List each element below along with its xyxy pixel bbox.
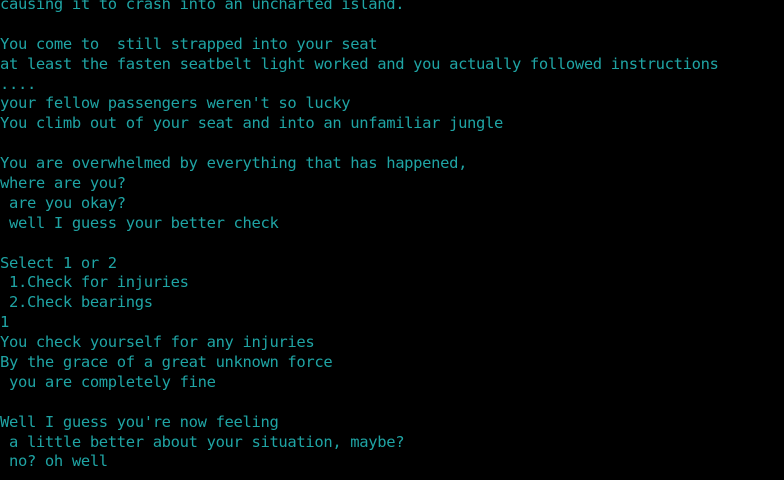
terminal-window[interactable]: causing it to crash into an uncharted is…: [0, 0, 784, 480]
terminal-line: where are you?: [0, 174, 126, 193]
terminal-line: causing it to crash into an uncharted is…: [0, 0, 405, 13]
terminal-line: You are overwhelmed by everything that h…: [0, 154, 468, 173]
terminal-line: 1: [0, 313, 9, 332]
terminal-line: a little better about your situation, ma…: [0, 432, 405, 451]
terminal-line: your fellow passengers weren't so lucky: [0, 94, 351, 113]
terminal-line: well I guess your better check: [0, 213, 279, 232]
terminal-line: You check yourself for any injuries: [0, 333, 315, 352]
terminal-line: no? oh well: [0, 452, 108, 471]
terminal-line: By the grace of a great unknown force: [0, 353, 333, 372]
terminal-line: 2.Check bearings: [0, 293, 153, 312]
terminal-line: Well I guess you're now feeling: [0, 412, 279, 431]
terminal-line: at least the fasten seatbelt light worke…: [0, 54, 719, 73]
terminal-line: ....: [0, 74, 36, 93]
terminal-line: 1.Check for injuries: [0, 273, 189, 292]
terminal-line: You climb out of your seat and into an u…: [0, 114, 503, 133]
terminal-line: are you okay?: [0, 193, 126, 212]
terminal-line: you are completely fine: [0, 372, 216, 391]
terminal-line: You come to still strapped into your sea…: [0, 34, 378, 53]
terminal-line: Select 1 or 2: [0, 253, 117, 272]
